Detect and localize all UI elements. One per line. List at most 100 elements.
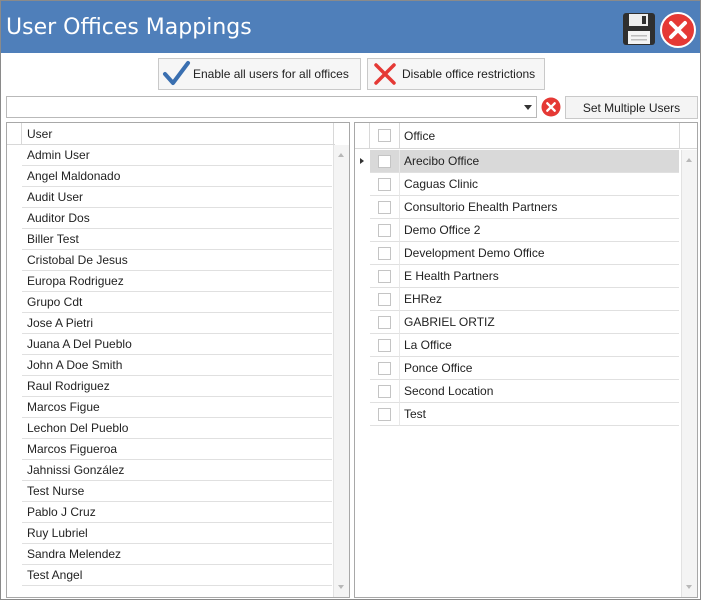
office-name-cell[interactable]: GABRIEL ORTIZ xyxy=(400,311,679,334)
row-selector[interactable] xyxy=(355,150,370,173)
row-selector[interactable] xyxy=(7,460,22,481)
row-selector[interactable] xyxy=(7,271,22,292)
user-row[interactable]: Sandra Melendez xyxy=(7,544,335,565)
close-icon[interactable] xyxy=(659,11,697,49)
user-name-cell[interactable]: Raul Rodriguez xyxy=(22,376,332,397)
office-checkbox[interactable] xyxy=(378,154,391,168)
office-name-cell[interactable]: Test xyxy=(400,403,679,426)
row-selector[interactable] xyxy=(7,145,22,166)
users-scrollbar[interactable] xyxy=(333,145,349,597)
office-name-cell[interactable]: E Health Partners xyxy=(400,265,679,288)
office-checkbox[interactable] xyxy=(378,292,391,306)
office-row[interactable]: Demo Office 2 xyxy=(355,219,681,242)
disable-office-restrictions-button[interactable]: Disable office restrictions xyxy=(367,58,545,90)
office-row[interactable]: Consultorio Ehealth Partners xyxy=(355,196,681,219)
user-row[interactable]: Biller Test xyxy=(7,229,335,250)
office-row[interactable]: EHRez xyxy=(355,288,681,311)
scroll-up-icon[interactable] xyxy=(338,153,344,157)
row-selector[interactable] xyxy=(355,357,370,380)
row-selector[interactable] xyxy=(7,250,22,271)
row-selector[interactable] xyxy=(7,418,22,439)
user-row[interactable]: Angel Maldonado xyxy=(7,166,335,187)
user-name-cell[interactable]: Admin User xyxy=(22,145,332,166)
user-row[interactable]: Raul Rodriguez xyxy=(7,376,335,397)
row-selector[interactable] xyxy=(355,311,370,334)
office-name-cell[interactable]: EHRez xyxy=(400,288,679,311)
office-checkbox[interactable] xyxy=(378,200,391,214)
office-row[interactable]: E Health Partners xyxy=(355,265,681,288)
user-name-cell[interactable]: Marcos Figue xyxy=(22,397,332,418)
office-row[interactable]: Second Location xyxy=(355,380,681,403)
row-selector[interactable] xyxy=(7,565,22,586)
row-selector[interactable] xyxy=(355,334,370,357)
row-selector[interactable] xyxy=(7,397,22,418)
user-select-combobox[interactable] xyxy=(6,96,537,118)
office-checkbox[interactable] xyxy=(378,338,391,352)
user-row[interactable]: Jahnissi González xyxy=(7,460,335,481)
user-name-cell[interactable]: Angel Maldonado xyxy=(22,166,332,187)
row-selector[interactable] xyxy=(7,439,22,460)
user-name-cell[interactable]: Cristobal De Jesus xyxy=(22,250,332,271)
office-column-header[interactable]: Office xyxy=(400,123,680,149)
office-name-cell[interactable]: Consultorio Ehealth Partners xyxy=(400,196,679,219)
office-name-cell[interactable]: Ponce Office xyxy=(400,357,679,380)
office-checkbox[interactable] xyxy=(378,223,391,237)
office-name-cell[interactable]: La Office xyxy=(400,334,679,357)
user-name-cell[interactable]: Test Nurse xyxy=(22,481,332,502)
row-selector[interactable] xyxy=(355,265,370,288)
office-row[interactable]: Caguas Clinic xyxy=(355,173,681,196)
office-checkbox[interactable] xyxy=(378,177,391,191)
user-name-cell[interactable]: Europa Rodriguez xyxy=(22,271,332,292)
office-name-cell[interactable]: Arecibo Office xyxy=(400,150,679,173)
user-name-cell[interactable]: Pablo J Cruz xyxy=(22,502,332,523)
user-row[interactable]: Pablo J Cruz xyxy=(7,502,335,523)
user-row[interactable]: Audit User xyxy=(7,187,335,208)
row-selector[interactable] xyxy=(7,502,22,523)
office-row[interactable]: GABRIEL ORTIZ xyxy=(355,311,681,334)
user-column-header[interactable]: User xyxy=(22,123,334,145)
office-checkbox[interactable] xyxy=(378,361,391,375)
user-name-cell[interactable]: Jose A Pietri xyxy=(22,313,332,334)
user-row[interactable]: Marcos Figueroa xyxy=(7,439,335,460)
clear-selection-icon[interactable] xyxy=(541,97,561,117)
row-selector[interactable] xyxy=(7,292,22,313)
user-name-cell[interactable]: Audit User xyxy=(22,187,332,208)
row-selector[interactable] xyxy=(7,481,22,502)
office-row[interactable]: Development Demo Office xyxy=(355,242,681,265)
user-name-cell[interactable]: Lechon Del Pueblo xyxy=(22,418,332,439)
office-checkbox[interactable] xyxy=(378,407,391,421)
office-row[interactable]: La Office xyxy=(355,334,681,357)
user-row[interactable]: Grupo Cdt xyxy=(7,292,335,313)
office-checkbox[interactable] xyxy=(378,269,391,283)
user-row[interactable]: Marcos Figue xyxy=(7,397,335,418)
user-row[interactable]: Europa Rodriguez xyxy=(7,271,335,292)
enable-all-users-button[interactable]: Enable all users for all offices xyxy=(158,58,361,90)
user-row[interactable]: Ruy Lubriel xyxy=(7,523,335,544)
user-name-cell[interactable]: Juana A Del Pueblo xyxy=(22,334,332,355)
user-row[interactable]: Cristobal De Jesus xyxy=(7,250,335,271)
user-row[interactable]: Juana A Del Pueblo xyxy=(7,334,335,355)
user-row[interactable]: John A Doe Smith xyxy=(7,355,335,376)
scroll-down-icon[interactable] xyxy=(338,585,344,589)
office-row[interactable]: Arecibo Office xyxy=(355,150,681,173)
user-name-cell[interactable]: Marcos Figueroa xyxy=(22,439,332,460)
row-selector[interactable] xyxy=(355,242,370,265)
row-selector[interactable] xyxy=(355,219,370,242)
user-name-cell[interactable]: Sandra Melendez xyxy=(22,544,332,565)
user-name-cell[interactable]: Auditor Dos xyxy=(22,208,332,229)
office-checkbox[interactable] xyxy=(378,384,391,398)
row-selector[interactable] xyxy=(7,376,22,397)
set-multiple-users-button[interactable]: Set Multiple Users xyxy=(565,96,698,119)
row-selector[interactable] xyxy=(7,229,22,250)
scroll-down-icon[interactable] xyxy=(686,585,692,589)
user-name-cell[interactable]: John A Doe Smith xyxy=(22,355,332,376)
scroll-up-icon[interactable] xyxy=(686,158,692,162)
office-checkbox[interactable] xyxy=(378,246,391,260)
row-selector[interactable] xyxy=(7,334,22,355)
user-name-cell[interactable]: Test Angel xyxy=(22,565,332,586)
row-selector[interactable] xyxy=(7,208,22,229)
row-selector[interactable] xyxy=(355,380,370,403)
save-icon[interactable] xyxy=(621,11,657,47)
office-name-cell[interactable]: Caguas Clinic xyxy=(400,173,679,196)
office-name-cell[interactable]: Second Location xyxy=(400,380,679,403)
